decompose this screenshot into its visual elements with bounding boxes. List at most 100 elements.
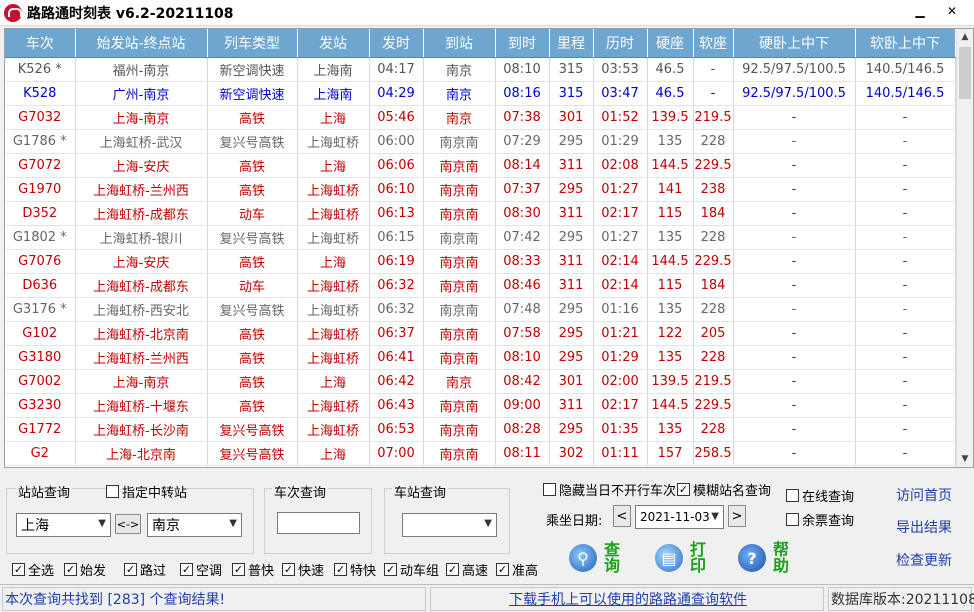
table-row[interactable]: G7002上海-南京高铁上海06:42南京08:4230102:00139.52… (5, 369, 955, 393)
table-cell: D352 (5, 201, 75, 225)
filter-checkbox[interactable]: ✓路过 (124, 560, 166, 579)
filter-label: 动车组 (400, 560, 439, 579)
column-header[interactable]: 里程 (549, 29, 593, 57)
table-row[interactable]: G7072上海-安庆高铁上海06:06南京南08:1431102:08144.5… (5, 153, 955, 177)
table-row[interactable]: G3176 *上海虹桥-西安北复兴号高铁上海虹桥06:32南京南07:48295… (5, 297, 955, 321)
column-header[interactable]: 车次 (5, 29, 75, 57)
online-query-checkbox[interactable]: 在线查询 (786, 486, 854, 505)
minimize-button[interactable]: ▁ (904, 0, 936, 22)
column-header[interactable]: 历时 (593, 29, 647, 57)
close-button[interactable]: ✕ (936, 0, 968, 22)
table-row[interactable]: G1772上海虹桥-长沙南复兴号高铁上海虹桥06:53南京南08:2829501… (5, 417, 955, 441)
table-cell: 04:17 (369, 57, 423, 81)
table-cell: 高铁 (207, 105, 297, 129)
table-cell: 上海-南京 (75, 369, 207, 393)
table-row[interactable]: K528广州-南京新空调快速上海南04:29南京08:1631503:4746.… (5, 81, 955, 105)
table-cell: 高铁 (207, 369, 297, 393)
filter-checkbox[interactable]: ✓高速 (446, 560, 488, 579)
transfer-station-checkbox[interactable]: 指定中转站 (106, 482, 187, 501)
table-row[interactable]: G3230上海虹桥-十堰东高铁上海虹桥06:43南京南09:0031102:17… (5, 393, 955, 417)
query-label: 查询 (603, 542, 621, 574)
table-row[interactable]: D636上海虹桥-成都东动车上海虹桥06:32南京南08:4631102:141… (5, 273, 955, 297)
table-row[interactable]: G2上海-北京南复兴号高铁上海07:00南京南08:1130201:111572… (5, 441, 955, 465)
train-number-input[interactable] (277, 512, 360, 534)
table-cell: 上海-安庆 (75, 249, 207, 273)
table-cell: 295 (549, 225, 593, 249)
results-table-container: 车次始发站-终点站列车类型发站发时到站到时里程历时硬座软座硬卧上中下软卧上中下 … (4, 28, 974, 468)
table-cell: 02:00 (593, 369, 647, 393)
table-cell: - (733, 441, 855, 465)
table-row[interactable]: G1970上海虹桥-兰州西高铁上海虹桥06:10南京南07:3729501:27… (5, 177, 955, 201)
column-header[interactable]: 列车类型 (207, 29, 297, 57)
table-cell: 上海虹桥 (297, 177, 369, 201)
column-header[interactable]: 硬卧上中下 (733, 29, 855, 57)
table-cell: 46.5 (647, 57, 693, 81)
filter-checkbox[interactable]: ✓空调 (180, 560, 222, 579)
table-cell: 06:32 (369, 273, 423, 297)
table-cell: 01:27 (593, 177, 647, 201)
column-header[interactable]: 硬座 (647, 29, 693, 57)
column-header[interactable]: 发站 (297, 29, 369, 57)
filter-checkbox[interactable]: ✓特快 (334, 560, 376, 579)
table-row[interactable]: D352上海虹桥-成都东动车上海虹桥06:13南京南08:3031102:171… (5, 201, 955, 225)
next-date-button[interactable]: > (728, 505, 746, 527)
filter-checkbox[interactable]: ✓快速 (282, 560, 324, 579)
vertical-scrollbar[interactable]: ▲ ▼ (956, 29, 973, 467)
table-row[interactable]: G102上海虹桥-北京南高铁上海虹桥06:37南京南07:5829501:211… (5, 321, 955, 345)
check-update-link[interactable]: 检查更新 (896, 550, 952, 570)
table-row[interactable]: K526 *福州-南京新空调快速上海南04:17南京08:1031503:534… (5, 57, 955, 81)
table-cell: 上海 (297, 441, 369, 465)
scroll-thumb[interactable] (959, 47, 971, 99)
column-header[interactable]: 软座 (693, 29, 733, 57)
column-header[interactable]: 发时 (369, 29, 423, 57)
filter-checkbox[interactable]: ✓始发 (64, 560, 106, 579)
table-cell: 上海虹桥 (297, 321, 369, 345)
from-station-select[interactable]: 上海 ▼ (16, 513, 111, 537)
window-title: 路路通时刻表 v6.2-20211108 (27, 3, 234, 23)
column-header[interactable]: 到站 (423, 29, 495, 57)
filter-checkbox[interactable]: ✓准高 (496, 560, 538, 579)
table-row[interactable]: G7032上海-南京高铁上海05:46南京07:3830101:52139.52… (5, 105, 955, 129)
table-cell: 184 (693, 201, 733, 225)
to-station-select[interactable]: 南京 ▼ (147, 513, 242, 537)
scroll-up-arrow-icon[interactable]: ▲ (957, 29, 973, 45)
fuzzy-station-checkbox[interactable]: ✓ 模糊站名查询 (677, 480, 771, 499)
download-app-link[interactable]: 下载手机上可以使用的路路通查询软件 (430, 587, 824, 611)
column-header[interactable]: 始发站-终点站 (75, 29, 207, 57)
table-cell: 08:42 (495, 369, 549, 393)
table-cell: - (855, 441, 955, 465)
table-cell: 205 (693, 321, 733, 345)
table-row[interactable]: G7076上海-安庆高铁上海06:19南京南08:3331102:14144.5… (5, 249, 955, 273)
hide-not-running-checkbox[interactable]: 隐藏当日不开行车次 (543, 480, 676, 499)
table-cell: 07:48 (495, 297, 549, 321)
help-button[interactable]: ? 帮助 (738, 542, 790, 574)
date-picker[interactable]: 2021-11-03 ▼ (635, 505, 724, 529)
station-single-select[interactable]: ▼ (402, 513, 497, 537)
table-row[interactable]: G1786 *上海虹桥-武汉复兴号高铁上海虹桥06:00南京南07:292950… (5, 129, 955, 153)
database-version: 数据库版本:20211108 (828, 587, 972, 611)
table-cell: - (855, 417, 955, 441)
swap-stations-button[interactable]: <-> (115, 514, 141, 534)
export-results-link[interactable]: 导出结果 (896, 517, 952, 537)
filter-checkbox[interactable]: ✓全选 (12, 560, 54, 579)
column-header[interactable]: 软卧上中下 (855, 29, 955, 57)
table-row[interactable]: G1802 *上海虹桥-银川复兴号高铁上海虹桥06:15南京南07:422950… (5, 225, 955, 249)
filter-checkbox[interactable]: ✓动车组 (384, 560, 439, 579)
visit-home-link[interactable]: 访问首页 (896, 485, 952, 505)
column-header[interactable]: 到时 (495, 29, 549, 57)
checkmark-icon: ✓ (446, 563, 459, 576)
table-cell: 复兴号高铁 (207, 441, 297, 465)
filter-checkbox[interactable]: ✓普快 (232, 560, 274, 579)
scroll-down-arrow-icon[interactable]: ▼ (957, 451, 973, 467)
checkmark-icon: ✓ (12, 563, 25, 576)
previous-date-button[interactable]: < (613, 505, 631, 527)
checkmark-icon: ✓ (282, 563, 295, 576)
ticket-query-checkbox[interactable]: 余票查询 (786, 510, 854, 529)
table-row[interactable]: G3180上海虹桥-兰州西高铁上海虹桥06:41南京南08:1029501:29… (5, 345, 955, 369)
table-cell: 07:58 (495, 321, 549, 345)
print-button[interactable]: ▤ 打印 (655, 542, 707, 574)
query-button[interactable]: ⚲ 查询 (569, 542, 621, 574)
table-cell: 295 (549, 321, 593, 345)
table-cell: 08:30 (495, 201, 549, 225)
table-cell: 115 (647, 201, 693, 225)
